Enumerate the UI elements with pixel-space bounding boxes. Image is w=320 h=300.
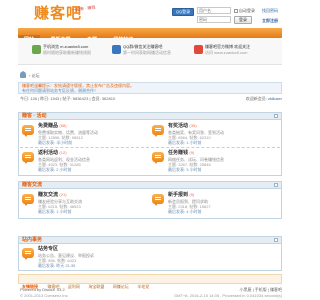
forum-cell[interactable]: 有奖活动 (35) 各类抽奖、有奖问答、签到活动 主题: 8564, 帖数: 6… (150, 122, 278, 147)
powered-by: Powered by Discuz! X3.2 (20, 287, 65, 292)
collapse-icon[interactable] (274, 114, 278, 118)
today-count: (21) (59, 192, 67, 197)
today-count: (35) (189, 123, 197, 128)
username-input[interactable] (197, 7, 231, 14)
breadcrumb-current[interactable]: 论坛 (32, 73, 40, 78)
friend-links-bar: 友情链接 赚客吧 返利网 淘宝联盟 网赚论坛 羊毛党 (18, 274, 282, 289)
forgot-password-link[interactable]: 找回密码 (262, 7, 278, 14)
forum-last-post[interactable]: 最后发表: 半小时前 (38, 140, 72, 145)
main-nav: 网站 最新主题 专题 我的帖子 (18, 28, 282, 45)
qq-login-button[interactable]: QQ登录 (172, 8, 194, 16)
qq-icon (112, 45, 121, 54)
footer-time: GMT+8, 2016-2-15 14:05 , Processed in 0.… (174, 293, 282, 298)
category-header[interactable]: 赚客 · 活动 (18, 112, 282, 120)
collapse-icon[interactable] (274, 183, 278, 187)
info-block-weibo[interactable]: 赚客吧官方微博 欢迎关注 访问 www.zuanke8.com (194, 44, 276, 58)
forum-cell[interactable]: 任务赚钱 (9) 网络任务、试玩、问卷赚钱信息 主题: 3267, 帖数: 25… (150, 149, 278, 174)
newest-member-label: 欢迎新会员: (245, 96, 267, 101)
site-notice: 赚客吧温馨提示：发帖请遵守版规，禁止发布广告及违规内容。 有任何问题请到站务专区… (18, 82, 282, 94)
forum-title-link[interactable]: 新手报到 (168, 192, 188, 198)
breadcrumb-separator: › (29, 73, 31, 78)
friend-link[interactable]: 网赚论坛 (111, 284, 131, 289)
forum-title-link[interactable]: 免费赚品 (38, 123, 58, 129)
checkbox-icon (234, 8, 238, 13)
friend-link[interactable]: 淘宝联盟 (86, 284, 106, 289)
forum-icon (22, 125, 34, 137)
today-count: (9) (189, 150, 195, 155)
friend-link[interactable]: 羊毛党 (135, 284, 151, 289)
newest-member-link[interactable]: zk8user (268, 96, 282, 101)
row-divider (20, 147, 280, 148)
forum-title-link[interactable]: 有奖活动 (168, 123, 188, 129)
today-count: (68) (59, 123, 67, 128)
footer-links[interactable]: 小黑屋 | 手机版 | 赚客吧 (239, 287, 282, 292)
home-icon[interactable] (20, 71, 26, 79)
forum-title-link[interactable]: 站务专区 (38, 246, 58, 252)
category-header[interactable]: 站内事务 (18, 236, 282, 244)
info-strip: 手机浏览 m.zuanke8.com 随时随地获取最新赚钱线报 QQ群/微信关注… (18, 38, 282, 65)
info-block-qq[interactable]: QQ群/微信关注赚客吧 第一时间获取网赚活动信息 (112, 44, 194, 58)
category-header[interactable]: 赚客交流 (18, 181, 282, 189)
weibo-icon (194, 45, 203, 54)
forum-cell[interactable]: 免费赚品 (68) 免费领取实物、话费、流量等活动 主题: 12856, 帖数:… (20, 122, 148, 147)
forum-last-post[interactable]: 最后发表: 1 小时前 (168, 140, 202, 145)
forum-cell[interactable]: 站务专区 站务公告、意见建议、举报投诉 主题: 856, 帖数: 6423 最后… (20, 245, 148, 270)
forum-stats-summary: 今日: 128 | 昨日: 1543 | 帖子: 5836423 | 会员: 3… (20, 96, 116, 101)
newest-member: 欢迎新会员: zk8user (246, 96, 282, 102)
friend-link[interactable]: 返利网 (66, 284, 82, 289)
info-subtitle: 随时随地获取最新赚钱线报 (43, 50, 91, 55)
today-count: (5) (189, 192, 195, 197)
page: 赚客吧 一起来 · 赚钱 QQ登录 自动登录 找回密码 登录 立即注册 网站 最… (0, 0, 300, 300)
copyright: © 2001-2013 Comsenz Inc. (20, 293, 69, 298)
forum-icon (152, 125, 164, 137)
category-title: 赚客 · 活动 (22, 113, 47, 119)
forum-last-post[interactable]: 最后发表: 2 小时前 (38, 167, 72, 172)
info-subtitle: 访问 www.zuanke8.com (205, 50, 248, 55)
forum-cell[interactable]: 返利活动 (12) 各类网站返利、现金活动信息 主题: 4523, 帖数: 31… (20, 149, 148, 174)
forum-cell[interactable]: 赚友交流 (21) 赚友经验分享与互助交流 主题: 6215, 帖数: 4892… (20, 191, 148, 216)
category-title: 赚客交流 (22, 182, 43, 188)
category-title: 站内事务 (22, 237, 43, 243)
breadcrumb: › 论坛 (20, 71, 40, 79)
auto-login-label: 自动登录 (239, 8, 255, 13)
auto-login-checkbox[interactable]: 自动登录 (234, 7, 255, 14)
forum-last-post[interactable]: 最后发表: 昨天 21:35 (38, 263, 75, 268)
password-input[interactable] (197, 16, 231, 23)
forum-icon (152, 152, 164, 164)
login-button[interactable]: 登录 (234, 16, 252, 24)
forum-title-link[interactable]: 任务赚钱 (168, 150, 188, 156)
info-subtitle: 第一时间获取网赚活动信息 (123, 50, 171, 55)
register-link[interactable]: 立即注册 (262, 17, 278, 24)
site-logo[interactable]: 赚客吧 一起来 · 赚钱 (34, 4, 96, 26)
forum-icon (152, 194, 164, 206)
today-count: (12) (59, 150, 67, 155)
forum-last-post[interactable]: 最后发表: 4 小时前 (168, 209, 202, 214)
forum-title-link[interactable]: 返利活动 (38, 150, 58, 156)
notice-line: 有任何问题请到站务专区反馈，谢谢合作！ (22, 88, 98, 93)
info-block-mobile[interactable]: 手机浏览 m.zuanke8.com 随时随地获取最新赚钱线报 (32, 44, 114, 58)
forum-title-link[interactable]: 赚友交流 (38, 192, 58, 198)
forum-icon (22, 248, 34, 260)
forum-icon (22, 194, 34, 206)
forum-last-post[interactable]: 最后发表: 3 小时前 (168, 167, 202, 172)
forum-cell[interactable]: 新手报到 (5) 新会员报到、提问求助 主题: 2318, 帖数: 15627 … (150, 191, 278, 216)
mobile-icon (32, 45, 41, 54)
forum-icon (22, 152, 34, 164)
forum-last-post[interactable]: 最后发表: 1 小时前 (38, 209, 72, 214)
collapse-icon[interactable] (274, 238, 278, 242)
